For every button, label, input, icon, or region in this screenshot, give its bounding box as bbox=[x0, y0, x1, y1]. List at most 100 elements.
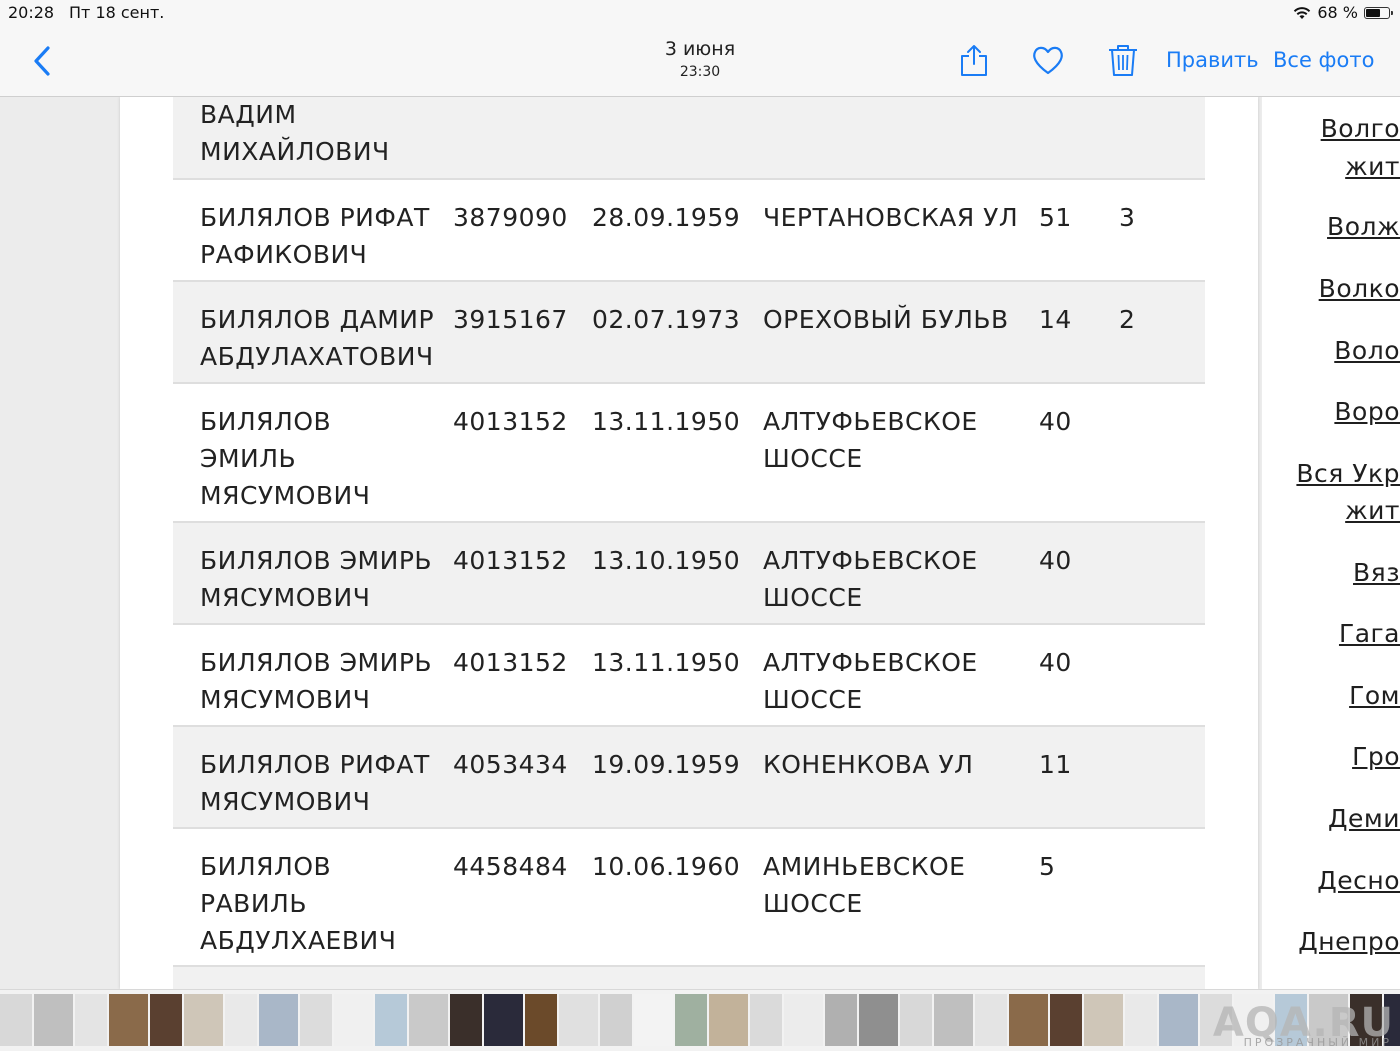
battery-icon bbox=[1364, 6, 1393, 19]
table-row: БИЛЯЛОВ РИФАТ РАФИКОВИЧ 3879090 28.09.19… bbox=[173, 180, 1205, 282]
photo-thumbnail[interactable] bbox=[750, 994, 782, 1046]
cell-street: АЛТУФЬЕВСКОЕ ШОССЕ bbox=[763, 546, 978, 612]
cell-number: 4053434 bbox=[453, 750, 568, 779]
thumbnail-strip[interactable] bbox=[0, 989, 1400, 1051]
trash-icon[interactable] bbox=[1105, 42, 1141, 78]
photo-thumbnail[interactable] bbox=[375, 994, 407, 1046]
watermark-subtitle: ПРОЗРАЧНЫЙ МИР bbox=[1243, 1036, 1392, 1049]
photo-thumbnail[interactable] bbox=[0, 994, 32, 1046]
photo-thumbnail[interactable] bbox=[225, 994, 257, 1046]
records-table: ВАДИМ МИХАЙЛОВИЧ БИЛЯЛОВ РИФАТ РАФИКОВИЧ… bbox=[173, 97, 1205, 989]
sidebar-link[interactable]: Днепро bbox=[1298, 927, 1400, 956]
cell-date: 13.10.1950 bbox=[592, 546, 741, 575]
photo-thumbnail[interactable] bbox=[859, 994, 898, 1046]
photo-thumbnail[interactable] bbox=[975, 994, 1007, 1046]
cell-number: 4013152 bbox=[453, 546, 568, 575]
photo-thumbnail[interactable] bbox=[150, 994, 182, 1046]
cell-date: 13.11.1950 bbox=[592, 648, 741, 677]
photo-thumbnail[interactable] bbox=[709, 994, 748, 1046]
photo-thumbnail[interactable] bbox=[450, 994, 482, 1046]
photo-thumbnail[interactable] bbox=[825, 994, 857, 1046]
sidebar-link[interactable]: Гага bbox=[1339, 619, 1400, 648]
cell-number: 3879090 bbox=[453, 203, 568, 232]
sidebar-link[interactable]: Гро bbox=[1352, 742, 1400, 771]
cell-house: 51 bbox=[1039, 203, 1072, 232]
photo-thumbnail[interactable] bbox=[934, 994, 973, 1046]
wifi-icon bbox=[1294, 6, 1311, 19]
cell-number: 4013152 bbox=[453, 648, 568, 677]
cell-street: АЛТУФЬЕВСКОЕ ШОССЕ bbox=[763, 648, 978, 714]
photo-thumbnail[interactable] bbox=[675, 994, 707, 1046]
cell-flat: 3 bbox=[1119, 203, 1136, 232]
photo-thumbnail[interactable] bbox=[259, 994, 298, 1046]
photo-thumbnail[interactable] bbox=[300, 994, 332, 1046]
cell-flat: 2 bbox=[1119, 305, 1136, 334]
photo-time: 23:30 bbox=[679, 64, 721, 80]
photo-thumbnail[interactable] bbox=[600, 994, 632, 1046]
cell-house: 40 bbox=[1039, 648, 1072, 677]
photo-thumbnail[interactable] bbox=[525, 994, 557, 1046]
photo-thumbnail[interactable] bbox=[634, 994, 673, 1046]
sidebar-link[interactable]: жит bbox=[1345, 496, 1400, 525]
cell-number: 4458484 bbox=[453, 852, 568, 881]
sidebar-link[interactable]: Вяз bbox=[1353, 558, 1400, 587]
photo-thumbnail[interactable] bbox=[1125, 994, 1157, 1046]
photo-nav-bar: 3 июня 23:30 Править Все фото bbox=[0, 26, 1400, 97]
photo-thumbnail[interactable] bbox=[409, 994, 448, 1046]
cell-name: БИЛЯЛОВ РИФАТ МЯСУМОВИЧ bbox=[200, 750, 430, 816]
cell-date: 19.09.1959 bbox=[592, 750, 741, 779]
photo-thumbnail[interactable] bbox=[559, 994, 598, 1046]
photo-date: 3 июня bbox=[664, 38, 736, 60]
photo-title: 3 июня 23:30 bbox=[600, 38, 800, 80]
edit-button[interactable]: Править bbox=[1166, 48, 1259, 72]
cell-name: БИЛЯЛОВ ЭМИЛЬ МЯСУМОВИЧ bbox=[200, 407, 371, 510]
cell-date: 02.07.1973 bbox=[592, 305, 741, 334]
sidebar-link[interactable]: Гом bbox=[1349, 681, 1400, 710]
photo-thumbnail[interactable] bbox=[1159, 994, 1198, 1046]
table-row: БИЛЯЛОВ ДАМИР АБДУЛАХАТОВИЧ 3915167 02.0… bbox=[173, 282, 1205, 384]
status-bar: 20:28 Пт 18 сент. 68 % bbox=[0, 0, 1400, 26]
photo-thumbnail[interactable] bbox=[334, 994, 373, 1046]
photo-viewer[interactable]: ВАДИМ МИХАЙЛОВИЧ БИЛЯЛОВ РИФАТ РАФИКОВИЧ… bbox=[0, 97, 1400, 989]
photo-thumbnail[interactable] bbox=[900, 994, 932, 1046]
cell-name: БИЛЯЛОВ ЭМИРЬ МЯСУМОВИЧ bbox=[200, 546, 433, 612]
sidebar-link[interactable]: Воро bbox=[1334, 397, 1400, 426]
photo-thumbnail[interactable] bbox=[1009, 994, 1048, 1046]
cell-name: БИЛЯЛОВ ЭМИРЬ МЯСУМОВИЧ bbox=[200, 648, 433, 714]
table-row: БИЛЯЛОВ РИФАТ МЯСУМОВИЧ 4053434 19.09.19… bbox=[173, 727, 1205, 829]
cell-house: 11 bbox=[1039, 750, 1072, 779]
heart-icon[interactable] bbox=[1030, 42, 1066, 78]
cell-house: 14 bbox=[1039, 305, 1072, 334]
sidebar-link[interactable]: Волко bbox=[1319, 274, 1400, 303]
sidebar-link[interactable]: Вся Укр bbox=[1296, 459, 1400, 488]
sidebar-link[interactable]: Воло bbox=[1334, 336, 1400, 365]
sidebar-link[interactable]: жит bbox=[1345, 152, 1400, 181]
cell-street: АМИНЬЕВСКОЕ ШОССЕ bbox=[763, 852, 966, 918]
back-chevron-icon[interactable] bbox=[28, 42, 58, 80]
table-row: БИЛЯЛОВ ЭМИРЬ МЯСУМОВИЧ 4013152 13.11.19… bbox=[173, 625, 1205, 727]
cell-date: 28.09.1959 bbox=[592, 203, 741, 232]
photo-thumbnail[interactable] bbox=[75, 994, 107, 1046]
photo-thumbnail[interactable] bbox=[109, 994, 148, 1046]
cell-number: 3915167 bbox=[453, 305, 568, 334]
document-page: ВАДИМ МИХАЙЛОВИЧ БИЛЯЛОВ РИФАТ РАФИКОВИЧ… bbox=[120, 97, 1258, 989]
photo-thumbnail[interactable] bbox=[784, 994, 823, 1046]
city-link-sidebar: Волго жит Волж Волко Воло Воро Вся Укр ж… bbox=[1262, 97, 1400, 989]
photo-thumbnail[interactable] bbox=[484, 994, 523, 1046]
sidebar-link[interactable]: Волго bbox=[1321, 114, 1400, 143]
sidebar-link[interactable]: Деми bbox=[1328, 804, 1400, 833]
cell-street: ЧЕРТАНОВСКАЯ УЛ bbox=[763, 203, 1019, 232]
photo-thumbnail[interactable] bbox=[1084, 994, 1123, 1046]
cell-date: 13.11.1950 bbox=[592, 407, 741, 436]
photo-thumbnail[interactable] bbox=[1050, 994, 1082, 1046]
all-photos-button[interactable]: Все фото bbox=[1273, 48, 1374, 72]
battery-percent: 68 % bbox=[1317, 3, 1358, 22]
cell-street: КОНЕНКОВА УЛ bbox=[763, 750, 974, 779]
share-icon[interactable] bbox=[956, 42, 992, 78]
photo-thumbnail[interactable] bbox=[184, 994, 223, 1046]
battery-fill bbox=[1366, 8, 1380, 17]
sidebar-link[interactable]: Волж bbox=[1327, 212, 1400, 241]
sidebar-link[interactable]: Десно bbox=[1317, 866, 1400, 895]
photo-thumbnail[interactable] bbox=[34, 994, 73, 1046]
cell-street: ОРЕХОВЫЙ БУЛЬВ bbox=[763, 305, 1009, 334]
